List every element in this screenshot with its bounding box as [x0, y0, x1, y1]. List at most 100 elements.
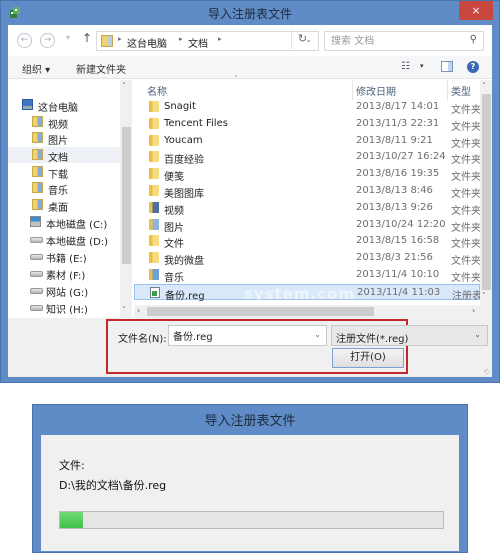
nav-item-this-pc[interactable]: 这台电脑 [8, 97, 120, 114]
nav-item-label: 本地磁盘 (D:) [46, 237, 109, 248]
nav-item-label: 本地磁盘 (C:) [46, 220, 108, 231]
file-date: 2013/10/27 16:24 [356, 151, 446, 163]
import-progress-dialog: 导入注册表文件 文件: D:\我的文档\备份.reg [32, 404, 468, 553]
new-folder-button[interactable]: 新建文件夹 [76, 61, 126, 76]
nav-item-documents[interactable]: 文档 [8, 147, 120, 164]
organize-button[interactable]: 组织 ▾ [22, 61, 50, 76]
nav-item-drive-c[interactable]: 本地磁盘 (C:) [8, 214, 120, 231]
computer-icon [22, 99, 33, 110]
search-box[interactable]: ⚲ [324, 31, 484, 51]
chevron-down-icon[interactable]: ⌄ [314, 330, 321, 339]
back-button[interactable]: ← [17, 33, 32, 48]
breadcrumb-separator-icon[interactable]: ▸ [218, 35, 222, 43]
progress-dialog-body: 文件: D:\我的文档\备份.reg [41, 435, 459, 551]
nav-item-drive-f[interactable]: 素材 (F:) [8, 265, 120, 282]
video-folder-icon [149, 201, 159, 213]
nav-item-drive-g[interactable]: 网站 (G:) [8, 282, 120, 299]
file-date: 2013/8/15 16:58 [356, 235, 440, 247]
refresh-button[interactable]: ↻ [291, 29, 313, 49]
file-row[interactable]: 我的微盘 2013/8/3 21:56 文件夹 [134, 250, 480, 267]
column-header-date[interactable]: 修改日期 [356, 83, 396, 98]
preview-pane-icon[interactable] [441, 61, 453, 72]
file-date: 2013/11/3 22:31 [356, 117, 440, 129]
progress-bar-fill [60, 512, 83, 528]
library-folder-icon [101, 35, 113, 47]
open-button[interactable]: 打开(O) [332, 348, 404, 368]
file-row[interactable]: 文件 2013/8/15 16:58 文件夹 [134, 233, 480, 250]
file-row[interactable]: 百度经验 2013/10/27 16:24 文件夹 [134, 149, 480, 166]
navigation-pane: 这台电脑 视频 图片 文档 下载 音乐 桌面 本地磁盘 (C:) 本地磁盘 (D… [8, 80, 132, 318]
file-name: 音乐 [164, 273, 184, 284]
nav-pane-scrollbar[interactable]: ˄ ˅ [120, 80, 132, 318]
file-row[interactable]: Tencent Files 2013/11/3 22:31 文件夹 [134, 116, 480, 133]
file-row[interactable]: 视频 2013/8/13 9:26 文件夹 [134, 200, 480, 217]
column-header-type[interactable]: 类型 [451, 83, 471, 98]
file-name: Youcam [164, 134, 203, 146]
filetype-select[interactable]: 注册文件(*.reg) ⌄ [331, 325, 488, 346]
filetype-value: 注册文件(*.reg) [336, 334, 409, 345]
navigation-bar: ← → ▾ ↑ ▸ 这台电脑 ▸ 文档 ▸ ⌄ ↻ ⚲ [8, 25, 492, 56]
scroll-up-icon[interactable]: ˄ [482, 82, 486, 90]
nav-item-downloads[interactable]: 下载 [8, 164, 120, 181]
nav-item-pictures[interactable]: 图片 [8, 130, 120, 147]
search-input[interactable] [331, 34, 461, 48]
nav-item-music[interactable]: 音乐 [8, 180, 120, 197]
breadcrumb-separator-icon[interactable]: ▸ [179, 35, 183, 43]
nav-item-label: 素材 (F:) [46, 271, 86, 282]
filename-label: 文件名(N): [118, 334, 167, 345]
filename-combobox[interactable]: ⌄ [168, 325, 327, 346]
breadcrumb-separator-icon[interactable]: ▸ [118, 35, 122, 43]
progress-bar [59, 511, 444, 529]
scrollbar-thumb[interactable] [122, 127, 131, 264]
file-type: 文件夹 [451, 138, 480, 150]
recent-locations-dropdown[interactable]: ▾ [66, 33, 70, 42]
scroll-up-icon[interactable]: ˄ [122, 82, 126, 90]
column-header-name[interactable]: 名称 [147, 83, 167, 98]
command-toolbar: 组织 ▾ 新建文件夹 ☷ ▾ ? [8, 56, 492, 79]
nav-item-drive-d[interactable]: 本地磁盘 (D:) [8, 231, 120, 248]
import-registry-dialog: 导入注册表文件 × ← → ▾ ↑ ▸ 这台电脑 ▸ 文档 ▸ ⌄ ↻ ⚲ [0, 0, 500, 383]
file-row[interactable]: 音乐 2013/11/4 10:10 文件夹 [134, 267, 480, 284]
file-row[interactable]: Youcam 2013/8/11 9:21 文件夹 [134, 133, 480, 150]
nav-item-desktop[interactable]: 桌面 [8, 197, 120, 214]
file-date: 2013/8/3 21:56 [356, 252, 433, 264]
scrollbar-thumb[interactable] [482, 94, 491, 290]
resize-grip[interactable] [484, 369, 490, 375]
breadcrumb-this-pc[interactable]: 这台电脑 [127, 35, 167, 50]
file-name: 备份.reg [165, 290, 205, 302]
address-bar[interactable]: ▸ 这台电脑 ▸ 文档 ▸ ⌄ [96, 31, 319, 51]
file-list-vertical-scrollbar[interactable]: ˄ ˅ [480, 80, 492, 305]
help-icon[interactable]: ? [467, 61, 479, 73]
video-library-icon [32, 116, 43, 127]
file-type: 文件夹 [451, 273, 480, 284]
file-row[interactable]: 便笺 2013/8/16 19:35 文件夹 [134, 166, 480, 183]
file-row[interactable]: 美图图库 2013/8/13 8:46 文件夹 [134, 183, 480, 200]
view-options-icon[interactable]: ☷ [401, 61, 410, 72]
close-button[interactable]: × [459, 1, 493, 20]
view-dropdown-icon[interactable]: ▾ [420, 62, 424, 70]
file-type: 文件夹 [451, 222, 480, 234]
file-row[interactable]: Snagit 2013/8/17 14:01 文件夹 [134, 99, 480, 116]
column-divider[interactable] [447, 80, 448, 100]
scrollbar-thumb[interactable] [147, 307, 374, 316]
nav-item-label: 视频 [48, 120, 68, 131]
scroll-right-icon[interactable]: › [472, 306, 475, 315]
title-bar[interactable]: 导入注册表文件 × [1, 1, 499, 25]
chevron-down-icon[interactable]: ⌄ [474, 330, 481, 339]
nav-item-videos[interactable]: 视频 [8, 114, 120, 131]
nav-item-drive-e[interactable]: 书籍 (E:) [8, 248, 120, 265]
scroll-down-icon[interactable]: ˅ [122, 306, 126, 314]
up-button[interactable]: ↑ [82, 31, 92, 45]
column-divider[interactable] [352, 80, 353, 100]
scroll-down-icon[interactable]: ˅ [482, 292, 486, 300]
search-icon[interactable]: ⚲ [470, 34, 477, 45]
folder-icon [149, 235, 159, 247]
scroll-left-icon[interactable]: ‹ [137, 306, 140, 315]
file-list-horizontal-scrollbar[interactable]: ‹ › [134, 305, 492, 318]
breadcrumb-documents[interactable]: 文档 [188, 35, 208, 50]
file-row[interactable]: 图片 2013/10/24 12:20 文件夹 [134, 217, 480, 234]
nav-item-drive-h[interactable]: 知识 (H:) [8, 299, 120, 316]
filename-input[interactable] [173, 329, 308, 342]
forward-button[interactable]: → [40, 33, 55, 48]
desktop-library-icon [32, 199, 43, 210]
